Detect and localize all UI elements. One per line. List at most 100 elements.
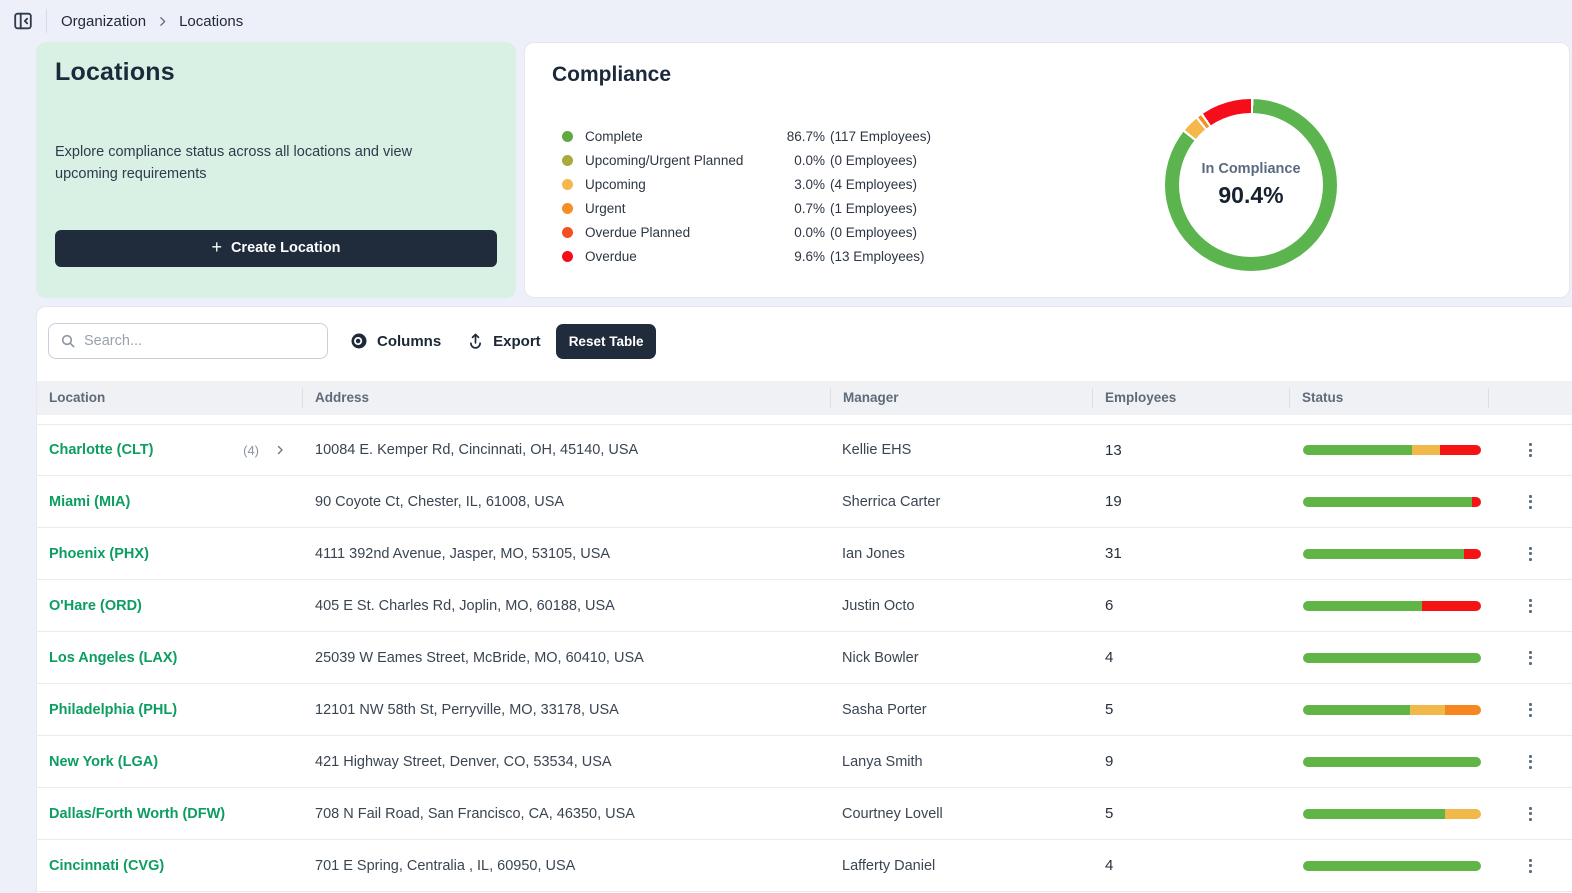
- status-cell: [1289, 704, 1488, 715]
- legend-item-upcoming-urgent-planned: Upcoming/Urgent Planned 0.0% (0 Employees): [562, 148, 931, 172]
- status-segment-yellow: [1412, 445, 1440, 455]
- legend-label: Overdue Planned: [585, 224, 691, 240]
- actions-cell: [1488, 853, 1572, 879]
- location-link[interactable]: Philadelphia (PHL): [49, 702, 177, 718]
- row-menu-button[interactable]: [1523, 697, 1538, 723]
- create-location-label: Create Location: [230, 240, 341, 257]
- locations-card-description: Explore compliance status across all loc…: [55, 144, 413, 183]
- column-header-manager[interactable]: Manager: [830, 388, 1092, 408]
- manager-cell: Kellie EHS: [842, 442, 912, 458]
- location-link[interactable]: Los Angeles (LAX): [49, 650, 177, 666]
- table-row: O'Hare (ORD) 405 E St. Charles Rd, Joplin…: [37, 580, 1572, 632]
- status-segment-green: [1303, 496, 1472, 507]
- employees-cell: 6: [1105, 597, 1114, 614]
- location-cell: Philadelphia (PHL): [37, 702, 302, 718]
- row-menu-button[interactable]: [1523, 853, 1538, 879]
- actions-cell: [1488, 489, 1572, 515]
- donut-center-value: 90.4%: [1218, 182, 1284, 208]
- legend-value-pct: 86.7%: [786, 128, 825, 144]
- table-header-spacer: [37, 415, 1572, 424]
- legend-item-overdue-planned: Overdue Planned 0.0% (0 Employees): [562, 220, 931, 244]
- donut-center: In Compliance 90.4%: [1179, 113, 1323, 257]
- row-menu-button[interactable]: [1523, 645, 1538, 671]
- manager-cell: Justin Octo: [842, 597, 915, 614]
- expand-row-button[interactable]: [274, 444, 286, 456]
- column-header-address[interactable]: Address: [302, 388, 830, 408]
- column-header-employees[interactable]: Employees: [1092, 388, 1289, 408]
- status-bar: [1303, 496, 1481, 507]
- reset-table-button[interactable]: Reset Table: [555, 323, 657, 359]
- location-link[interactable]: Dallas/Forth Worth (DFW): [49, 806, 225, 822]
- columns-visibility-icon: [351, 333, 367, 349]
- columns-button[interactable]: Columns: [346, 326, 445, 356]
- table-header: Location Address Manager Employees Status: [37, 381, 1572, 415]
- sidebar-collapse-button[interactable]: [10, 8, 36, 34]
- row-menu-button[interactable]: [1523, 541, 1538, 567]
- table-row: New York (LGA) 421 Highway Street, Denver…: [37, 736, 1572, 788]
- manager-cell: Lafferty Daniel: [842, 857, 936, 874]
- manager-cell: Sasha Porter: [842, 701, 927, 718]
- table-row: Dallas/Forth Worth (DFW) 708 N Fail Road,…: [37, 788, 1572, 840]
- location-link[interactable]: Cincinnati (CVG): [49, 858, 164, 874]
- export-icon: [470, 333, 482, 349]
- compliance-title: Compliance: [552, 63, 672, 86]
- status-segment-red: [1439, 445, 1481, 455]
- kebab-icon: [1528, 546, 1532, 550]
- legend-item-complete: Complete 86.7% (117 Employees): [562, 124, 931, 148]
- search-input[interactable]: [84, 333, 316, 349]
- location-link[interactable]: New York (LGA): [49, 754, 158, 770]
- legend-dot: [562, 130, 573, 142]
- table-body: Charlotte (CLT) (4) 10084 E. Kemper Rd, Ci…: [37, 424, 1572, 892]
- manager-cell: Courtney Lovell: [842, 805, 943, 822]
- row-menu-button[interactable]: [1523, 489, 1538, 515]
- location-cell: Charlotte (CLT) (4): [37, 442, 302, 458]
- actions-cell: [1488, 645, 1572, 671]
- legend-value-pct: 0.0%: [794, 224, 825, 240]
- employees-cell: 31: [1105, 545, 1122, 562]
- chevron-right-icon: [277, 445, 283, 455]
- row-menu-button[interactable]: [1523, 749, 1538, 775]
- kebab-icon: [1528, 598, 1532, 602]
- legend-value-detail: (117 Employees): [830, 128, 932, 144]
- employees-cell: 5: [1105, 701, 1114, 718]
- address-cell: 701 E Spring, Centralia , IL, 60950, USA: [315, 857, 576, 874]
- create-location-button[interactable]: + Create Location: [55, 229, 497, 267]
- employees-cell: 13: [1105, 441, 1122, 459]
- column-header-status[interactable]: Status: [1289, 388, 1488, 408]
- columns-label: Columns: [377, 332, 442, 350]
- breadcrumb-locations[interactable]: Locations: [179, 13, 243, 30]
- search-box: [48, 323, 328, 359]
- employees-cell: 4: [1105, 649, 1114, 666]
- kebab-icon: [1528, 650, 1532, 654]
- plus-icon: +: [211, 237, 222, 258]
- status-cell: [1289, 808, 1488, 819]
- status-bar: [1303, 600, 1481, 611]
- row-menu-button[interactable]: [1523, 437, 1538, 463]
- kebab-icon: [1528, 754, 1532, 758]
- address-cell: 421 Highway Street, Denver, CO, 53534, U…: [315, 753, 612, 770]
- location-link[interactable]: Charlotte (CLT): [49, 442, 153, 458]
- legend-value-detail: (1 Employees): [830, 200, 918, 216]
- row-menu-button[interactable]: [1523, 801, 1538, 827]
- export-button[interactable]: Export: [463, 326, 545, 357]
- row-menu-button[interactable]: [1523, 593, 1538, 619]
- status-segment-green: [1303, 600, 1422, 611]
- location-cell: Cincinnati (CVG): [37, 858, 302, 874]
- kebab-icon: [1528, 702, 1532, 706]
- status-bar: [1303, 808, 1481, 819]
- location-link[interactable]: Miami (MIA): [49, 494, 130, 510]
- breadcrumb-organization[interactable]: Organization: [61, 13, 146, 30]
- location-cell: Los Angeles (LAX): [37, 650, 302, 666]
- column-header-location[interactable]: Location: [37, 388, 302, 408]
- manager-cell: Lanya Smith: [842, 753, 923, 770]
- actions-cell: [1488, 593, 1572, 619]
- status-segment-green: [1303, 652, 1481, 663]
- legend-label: Overdue: [585, 248, 637, 264]
- legend-dot: [562, 202, 573, 214]
- location-link[interactable]: Phoenix (PHX): [49, 546, 149, 562]
- legend-value-pct: 0.7%: [794, 200, 825, 216]
- location-link[interactable]: O'Hare (ORD): [49, 598, 142, 614]
- legend-label: Upcoming/Urgent Planned: [585, 152, 744, 168]
- address-cell: 4111 392nd Avenue, Jasper, MO, 53105, US…: [315, 545, 611, 562]
- topbar-divider: [46, 9, 47, 33]
